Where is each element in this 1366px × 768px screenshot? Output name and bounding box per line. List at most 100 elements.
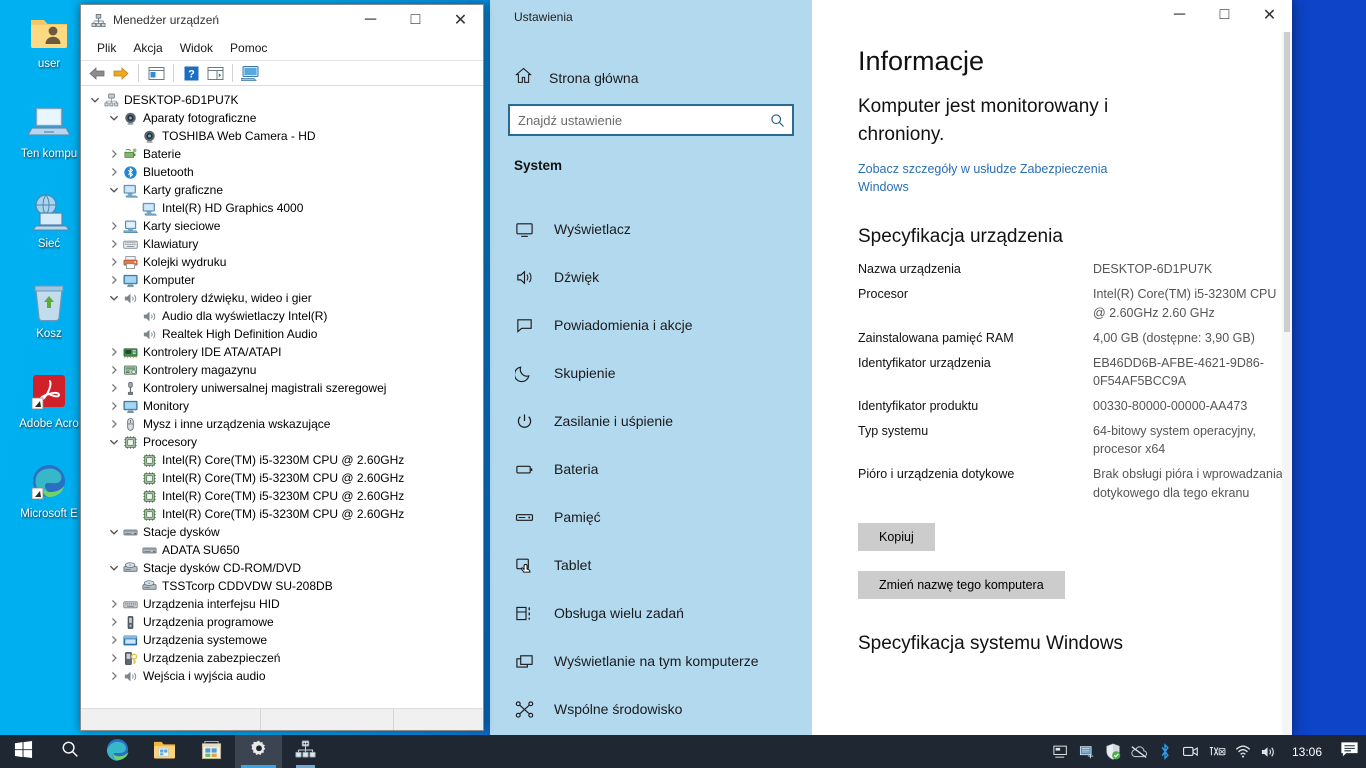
tree-item[interactable]: TSSTcorp CDDVDW SU-208DB xyxy=(81,577,483,595)
chevron-right-icon[interactable] xyxy=(106,596,122,612)
minimize-button[interactable]: ─ xyxy=(1157,0,1202,30)
content-scrollbar[interactable] xyxy=(1282,32,1292,736)
forward-icon[interactable] xyxy=(109,62,133,84)
chevron-down-icon[interactable] xyxy=(87,92,103,108)
menu-item-view[interactable]: Widok xyxy=(172,38,221,58)
sidebar-item-multitasking[interactable]: Obsługa wielu zadań xyxy=(490,589,812,637)
tree-item[interactable]: Karty sieciowe xyxy=(81,217,483,235)
tray-security-icon[interactable] xyxy=(1100,735,1126,768)
tree-item[interactable]: Karty graficzne xyxy=(81,181,483,199)
tree-item[interactable]: TOSHIBA Web Camera - HD xyxy=(81,127,483,145)
device-manager-window[interactable]: Menedżer urządzeń ─ □ ✕ Plik Akcja Widok… xyxy=(80,4,484,731)
chevron-down-icon[interactable] xyxy=(106,434,122,450)
search-icon[interactable] xyxy=(762,105,792,135)
tree-item[interactable]: Kontrolery IDE ATA/ATAPI xyxy=(81,343,483,361)
chevron-down-icon[interactable] xyxy=(106,110,122,126)
tree-item[interactable]: ADATA SU650 xyxy=(81,541,483,559)
chevron-right-icon[interactable] xyxy=(106,650,122,666)
tree-item[interactable]: Urządzenia zabezpieczeń xyxy=(81,649,483,667)
sidebar-item-notifications[interactable]: Powiadomienia i akcje xyxy=(490,301,812,349)
search-taskbar-button[interactable] xyxy=(47,735,94,768)
chevron-right-icon[interactable] xyxy=(106,146,122,162)
tree-item[interactable]: Procesory xyxy=(81,433,483,451)
settings-window[interactable]: Ustawienia Strona główna System Wyświetl… xyxy=(490,0,1292,736)
tree-item[interactable]: Bluetooth xyxy=(81,163,483,181)
start-button[interactable] xyxy=(0,735,47,768)
edge-taskbar-button[interactable] xyxy=(94,735,141,768)
search-input[interactable] xyxy=(510,112,762,128)
devmgr-titlebar[interactable]: Menedżer urządzeń ─ □ ✕ xyxy=(81,5,483,35)
store-taskbar-button[interactable] xyxy=(188,735,235,768)
tree-item[interactable]: DESKTOP-6D1PU7K xyxy=(81,91,483,109)
menu-item-file[interactable]: Plik xyxy=(89,38,124,58)
menu-item-help[interactable]: Pomoc xyxy=(222,38,275,58)
chevron-right-icon[interactable] xyxy=(106,362,122,378)
chevron-right-icon[interactable] xyxy=(106,272,122,288)
tree-item[interactable]: Aparaty fotograficzne xyxy=(81,109,483,127)
sidebar-item-focus-assist[interactable]: Skupienie xyxy=(490,349,812,397)
tree-item[interactable]: Stacje dysków xyxy=(81,523,483,541)
chevron-right-icon[interactable] xyxy=(106,380,122,396)
chevron-down-icon[interactable] xyxy=(106,182,122,198)
settings-titlebar[interactable]: ─ □ ✕ xyxy=(812,0,1292,32)
tree-item[interactable]: Klawiatury xyxy=(81,235,483,253)
scrollbar-thumb[interactable] xyxy=(1284,32,1290,332)
chevron-right-icon[interactable] xyxy=(106,236,122,252)
chevron-right-icon[interactable] xyxy=(106,632,122,648)
chevron-right-icon[interactable] xyxy=(106,164,122,180)
maximize-button[interactable]: □ xyxy=(393,5,438,35)
sidebar-item-display[interactable]: Wyświetlacz xyxy=(490,205,812,253)
sidebar-item-storage[interactable]: Pamięć xyxy=(490,493,812,541)
tray-wifi-icon[interactable] xyxy=(1230,735,1256,768)
chevron-right-icon[interactable] xyxy=(106,668,122,684)
rename-pc-button[interactable]: Zmień nazwę tego komputera xyxy=(858,570,1065,599)
chevron-down-icon[interactable] xyxy=(106,524,122,540)
tree-item[interactable]: Urządzenia systemowe xyxy=(81,631,483,649)
chevron-right-icon[interactable] xyxy=(106,344,122,360)
tree-item[interactable]: Urządzenia interfejsu HID xyxy=(81,595,483,613)
copy-button[interactable]: Kopiuj xyxy=(858,522,935,551)
tree-item[interactable]: Intel(R) Core(TM) i5-3230M CPU @ 2.60GHz xyxy=(81,469,483,487)
tree-item[interactable]: Wejścia i wyjścia audio xyxy=(81,667,483,685)
action-center-button[interactable] xyxy=(1332,735,1366,768)
tree-item[interactable]: Komputer xyxy=(81,271,483,289)
chevron-right-icon[interactable] xyxy=(106,254,122,270)
tree-item[interactable]: Baterie xyxy=(81,145,483,163)
windows-security-link[interactable]: Zobacz szczegóły w usłudze Zabezpieczeni… xyxy=(858,160,1148,196)
tree-item[interactable]: Kontrolery dźwięku, wideo i gier xyxy=(81,289,483,307)
tree-item[interactable]: Urządzenia programowe xyxy=(81,613,483,631)
device-manager-taskbar-button[interactable] xyxy=(282,735,329,768)
properties-icon[interactable] xyxy=(144,62,168,84)
tree-item[interactable]: Kontrolery magazynu xyxy=(81,361,483,379)
tree-item[interactable]: Audio dla wyświetlaczy Intel(R) xyxy=(81,307,483,325)
chevron-right-icon[interactable] xyxy=(106,398,122,414)
settings-search-box[interactable] xyxy=(508,104,794,136)
sidebar-item-power-sleep[interactable]: Zasilanie i uśpienie xyxy=(490,397,812,445)
taskbar-clock[interactable]: 13:06 xyxy=(1282,735,1332,768)
tree-item[interactable]: Intel(R) HD Graphics 4000 xyxy=(81,199,483,217)
show-hidden-icon[interactable] xyxy=(203,62,227,84)
tree-item[interactable]: Realtek High Definition Audio xyxy=(81,325,483,343)
sidebar-item-sound[interactable]: Dźwięk xyxy=(490,253,812,301)
tree-item[interactable]: Stacje dysków CD-ROM/DVD xyxy=(81,559,483,577)
tray-volume-icon[interactable] xyxy=(1256,735,1282,768)
tray-onedrive-icon[interactable] xyxy=(1126,735,1152,768)
tray-camera-icon[interactable] xyxy=(1178,735,1204,768)
tray-keyboard-icon[interactable] xyxy=(1204,735,1230,768)
tray-display-icon[interactable] xyxy=(1048,735,1074,768)
sidebar-item-projecting[interactable]: Wyświetlanie na tym komputerze xyxy=(490,637,812,685)
close-button[interactable]: ✕ xyxy=(1247,0,1292,30)
chevron-down-icon[interactable] xyxy=(106,560,122,576)
scan-hardware-icon[interactable] xyxy=(238,62,262,84)
settings-taskbar-button[interactable] xyxy=(235,735,282,768)
tree-item[interactable]: Kolejki wydruku xyxy=(81,253,483,271)
sidebar-item-battery[interactable]: Bateria xyxy=(490,445,812,493)
tree-item[interactable]: Intel(R) Core(TM) i5-3230M CPU @ 2.60GHz xyxy=(81,451,483,469)
chevron-right-icon[interactable] xyxy=(106,218,122,234)
devmgr-device-tree[interactable]: DESKTOP-6D1PU7K Aparaty fotograficzne TOSH… xyxy=(81,86,483,708)
tree-item[interactable]: Monitory xyxy=(81,397,483,415)
tree-item[interactable]: Kontrolery uniwersalnej magistrali szere… xyxy=(81,379,483,397)
file-explorer-taskbar-button[interactable] xyxy=(141,735,188,768)
tray-network-icon[interactable] xyxy=(1074,735,1100,768)
tray-bluetooth-icon[interactable] xyxy=(1152,735,1178,768)
